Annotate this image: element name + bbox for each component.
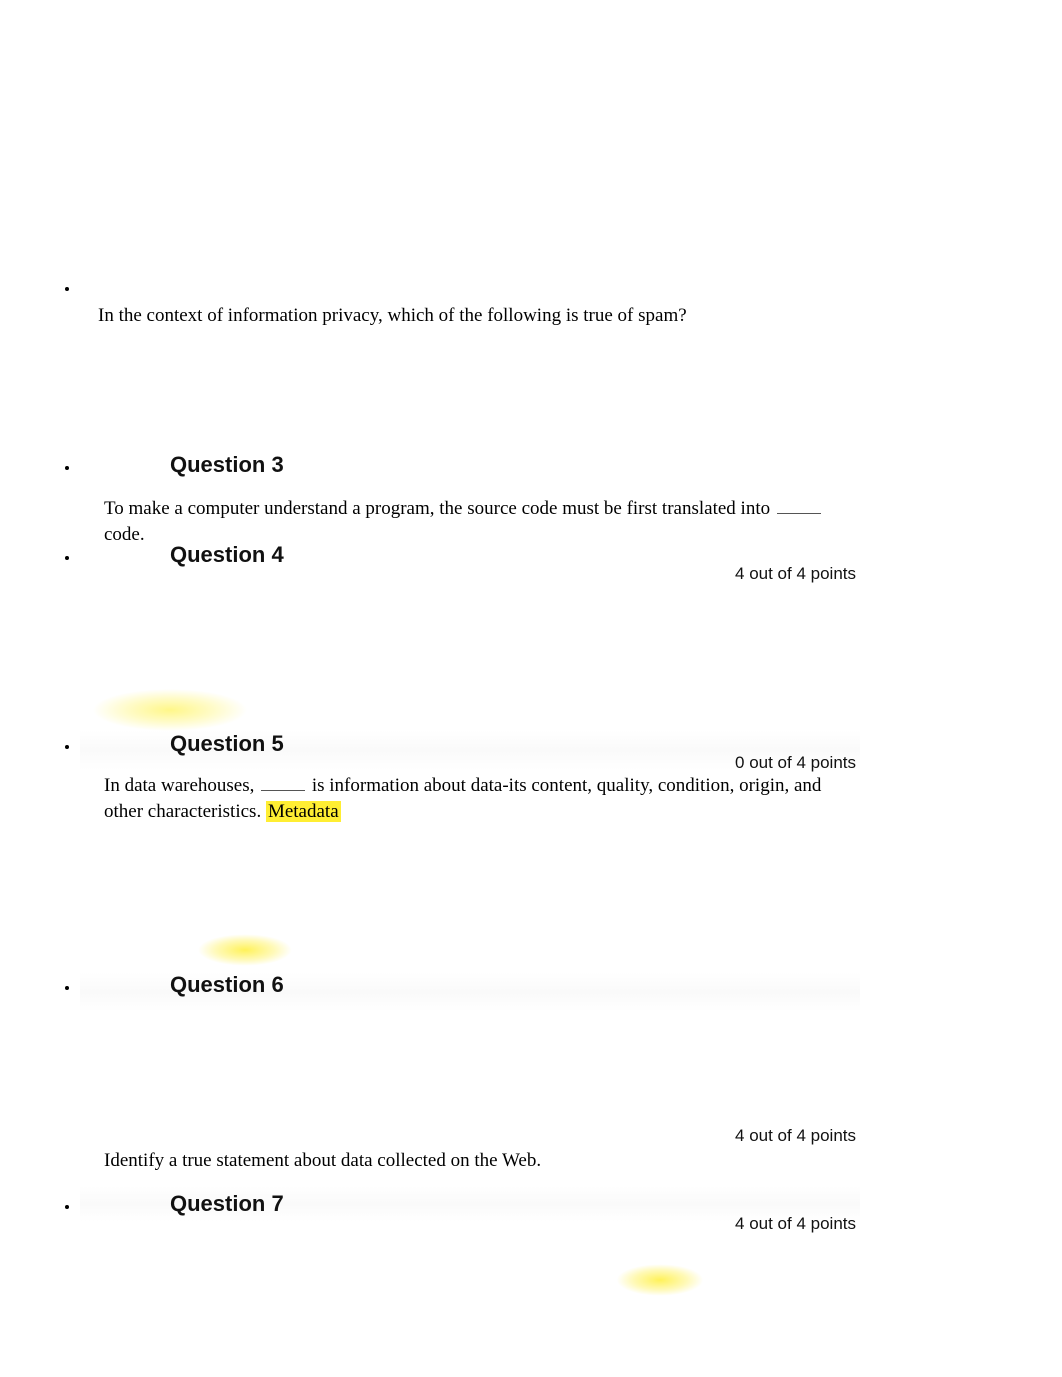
question-body: To make a computer understand a program,… <box>104 496 864 547</box>
question-title: Question 3 <box>170 452 284 478</box>
question-body: In the context of information privacy, w… <box>98 303 858 329</box>
points-label: 4 out of 4 points <box>0 564 856 584</box>
question-item: Question 3 <box>80 452 1002 478</box>
question-text-pre: To make a computer understand a program,… <box>104 498 775 519</box>
question-body: Identify a true statement about data col… <box>104 1148 864 1174</box>
document-page: In the context of information privacy, w… <box>0 0 1062 1377</box>
points-label: 4 out of 4 points <box>0 1214 856 1234</box>
points-label: 0 out of 4 points <box>0 753 856 773</box>
blur-glow <box>600 1260 720 1300</box>
question-title: Question 6 <box>170 972 284 998</box>
fill-blank <box>261 773 305 791</box>
question-item <box>80 280 1002 298</box>
highlight-answer: Metadata <box>266 801 341 822</box>
question-item: Question 6 <box>80 972 1002 998</box>
blur-glow <box>70 685 270 735</box>
question-text: Identify a true statement about data col… <box>104 1150 541 1171</box>
question-text-pre: In data warehouses, <box>104 775 259 796</box>
points-label: 4 out of 4 points <box>0 1126 856 1146</box>
fill-blank <box>777 496 821 514</box>
question-text: In the context of information privacy, w… <box>98 305 687 326</box>
question-body: In data warehouses, is information about… <box>104 773 824 824</box>
blur-glow <box>180 930 310 970</box>
